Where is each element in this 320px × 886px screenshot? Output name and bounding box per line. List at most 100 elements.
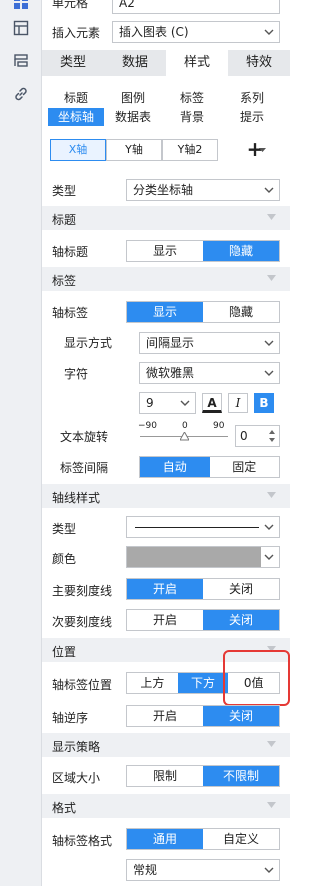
axis-label-show[interactable]: 显示 [127,302,203,322]
major-tick-on[interactable]: 开启 [127,579,203,599]
subtab-axis[interactable]: 坐标轴 [48,108,104,126]
collapse-icon [267,492,276,498]
subtab-tooltip[interactable]: 提示 [222,108,282,126]
axis-title-hide[interactable]: 隐藏 [203,241,279,261]
reverse-off[interactable]: 关闭 [203,706,279,726]
section-format[interactable]: 格式 [42,794,290,818]
chevron-down-icon [180,400,190,406]
axis-title-show[interactable]: 显示 [127,241,203,261]
area-size-toggle: 限制 不限制 [126,765,280,787]
subtab-background[interactable]: 背景 [162,108,222,126]
rotation-value: 0 [240,429,248,443]
chevron-down-icon [264,187,274,193]
font-color-button[interactable]: A [202,393,222,413]
axis-label-label: 轴标签 [52,306,89,320]
chevron-down-icon [264,554,274,560]
section-title-label: 标题 [52,213,77,227]
reverse-order-label: 轴逆序 [52,711,89,725]
insert-element-select[interactable]: 插入图表 (C) [112,21,280,43]
line-type-label: 类型 [52,522,77,536]
subtab-legend[interactable]: 图例 [104,89,162,107]
subtab-datatable[interactable]: 数据表 [104,108,162,126]
cell-label: 单元格 [52,0,89,10]
settings-panel: 单元格 A2 插入元素 插入图表 (C) 类型 数据 样式 特效 标题 图例 标… [42,0,290,886]
axis-label-toggle: 显示 隐藏 [126,301,280,323]
tab-effects[interactable]: 特效 [228,50,290,76]
area-size-label: 区域大小 [52,771,101,785]
chevron-down-icon [264,370,274,376]
minor-tick-on[interactable]: 开启 [127,610,203,630]
tab-data[interactable]: 数据 [104,50,166,76]
axis-tab-y[interactable]: Y轴 [106,139,162,161]
text-rotation-label: 文本旋转 [60,430,109,444]
layers-icon[interactable] [13,53,29,69]
collapse-icon [267,214,276,220]
format-value: 常规 [133,863,158,877]
display-mode-value: 间隔显示 [146,336,195,350]
format-custom[interactable]: 自定义 [203,829,279,849]
label-format-label: 轴标签格式 [52,834,113,848]
axis-label-hide[interactable]: 隐藏 [203,302,279,322]
axis-type-select[interactable]: 分类坐标轴 [126,179,280,201]
section-format-label: 格式 [52,801,77,815]
highlight-box [223,650,290,706]
add-dropdown-icon[interactable] [258,146,267,154]
line-color-select[interactable] [126,546,280,568]
major-tick-off[interactable]: 关闭 [203,579,279,599]
tab-style[interactable]: 样式 [166,50,228,76]
axis-tab-x[interactable]: X轴 [50,139,106,161]
line-type-select[interactable] [126,516,280,538]
reverse-on[interactable]: 开启 [127,706,203,726]
bold-button[interactable]: B [254,393,274,413]
label-format-toggle: 通用 自定义 [126,828,280,850]
section-title[interactable]: 标题 [42,206,290,230]
cell-input[interactable]: A2 [112,0,280,14]
section-label-label: 标签 [52,274,77,288]
minor-tick-off[interactable]: 关闭 [203,610,279,630]
font-size-select[interactable]: 9 [139,392,196,414]
chart-property-panel: 单元格 A2 插入元素 插入图表 (C) 类型 数据 样式 特效 标题 图例 标… [0,0,290,886]
link-icon[interactable] [13,86,29,102]
spinner-icon[interactable] [268,428,276,444]
label-position-label: 轴标签位置 [52,678,113,692]
subtab-title[interactable]: 标题 [48,89,104,107]
label-interval-toggle: 自动 固定 [139,456,280,478]
line-color-label: 颜色 [52,552,77,566]
insert-element-value: 插入图表 (C) [119,25,189,39]
label-pos-bottom[interactable]: 下方 [177,673,229,693]
format-select[interactable]: 常规 [126,859,280,881]
chevron-down-icon [264,340,274,346]
italic-button[interactable]: I [228,393,248,413]
section-axis-line-label: 轴线样式 [52,491,101,505]
area-no-limit[interactable]: 不限制 [203,766,279,786]
left-toolbar [0,0,42,886]
chevron-down-icon [264,524,274,530]
insert-element-label: 插入元素 [52,26,101,40]
label-pos-top[interactable]: 上方 [127,673,178,693]
display-mode-label: 显示方式 [64,336,113,350]
subtab-series[interactable]: 系列 [222,89,282,107]
rotation-input[interactable]: 0 [235,425,280,447]
section-axis-line[interactable]: 轴线样式 [42,484,290,508]
section-display-label: 显示策略 [52,740,101,754]
grid-icon[interactable] [13,0,29,10]
axis-tab-y2[interactable]: Y轴2 [162,139,218,161]
axis-title-label: 轴标题 [52,245,89,259]
tab-type[interactable]: 类型 [42,50,104,76]
main-tabs: 类型 数据 样式 特效 [42,50,290,76]
font-family-select[interactable]: 微软雅黑 [139,362,280,384]
table-icon[interactable] [13,20,29,36]
display-mode-select[interactable]: 间隔显示 [139,332,280,354]
subtab-label[interactable]: 标签 [162,89,222,107]
axis-title-toggle: 显示 隐藏 [126,240,280,262]
rotation-slider-thumb[interactable] [180,432,189,441]
section-label[interactable]: 标签 [42,267,290,291]
interval-fixed[interactable]: 固定 [210,457,280,477]
rotation-min: −90 [138,421,157,431]
section-display[interactable]: 显示策略 [42,733,290,757]
font-family-value: 微软雅黑 [146,366,195,380]
interval-auto[interactable]: 自动 [140,457,210,477]
area-limit[interactable]: 限制 [127,766,203,786]
format-general[interactable]: 通用 [127,829,203,849]
minor-tick-toggle: 开启 关闭 [126,609,280,631]
